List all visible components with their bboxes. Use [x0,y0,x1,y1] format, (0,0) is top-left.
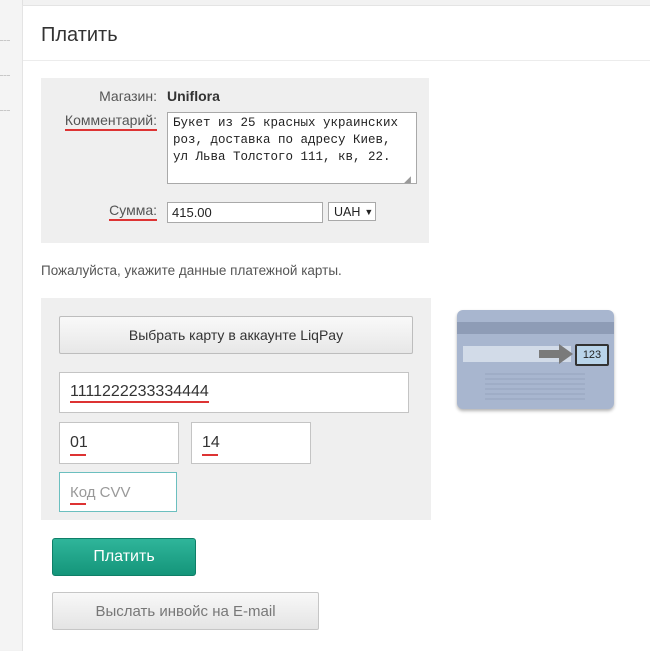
title-divider [23,60,650,61]
shop-name: Uniflora [167,88,220,104]
magnetic-stripe [457,322,614,334]
expiry-month-input[interactable]: 01 [59,422,179,464]
page-title: Платить [41,24,118,46]
sidebar-divider [0,40,10,41]
comment-label: Комментарий: [41,112,157,131]
shop-label: Магазин: [99,88,157,104]
left-sidebar-strip [0,0,23,650]
comment-textarea[interactable]: Букет из 25 красных украинских роз, дост… [167,112,417,184]
sum-label: Сумма: [41,202,157,221]
cvv-hint-box: 123 [575,344,609,366]
dropdown-arrow-icon: ▼ [364,206,374,217]
card-details-box: Выбрать карту в аккаунте LiqPay 11112222… [41,298,431,520]
expiry-year-input[interactable]: 14 [191,422,311,464]
pointer-arrow-head-icon [559,344,573,364]
cvv-input[interactable]: Код CVV [59,472,177,512]
resize-grip-icon[interactable]: ◢ [404,175,414,185]
sidebar-divider [0,110,10,111]
card-prompt: Пожалуйста, укажите данные платежной кар… [41,263,342,278]
pointer-arrow-icon [539,350,561,358]
card-number-input[interactable]: 1111222233334444 [59,372,409,413]
sum-input[interactable] [167,202,323,223]
card-fine-print [485,370,585,400]
send-invoice-button[interactable]: Выслать инвойс на E-mail [52,592,319,630]
liqpay-select-card-button[interactable]: Выбрать карту в аккаунте LiqPay [59,316,413,354]
card-back-hint-image: 123 [457,310,614,409]
currency-select[interactable]: UAH ▼ [328,202,376,221]
order-summary-box: Магазин: Uniflora Комментарий: Букет из … [41,78,429,243]
sidebar-divider [0,75,10,76]
pay-button[interactable]: Платить [52,538,196,576]
